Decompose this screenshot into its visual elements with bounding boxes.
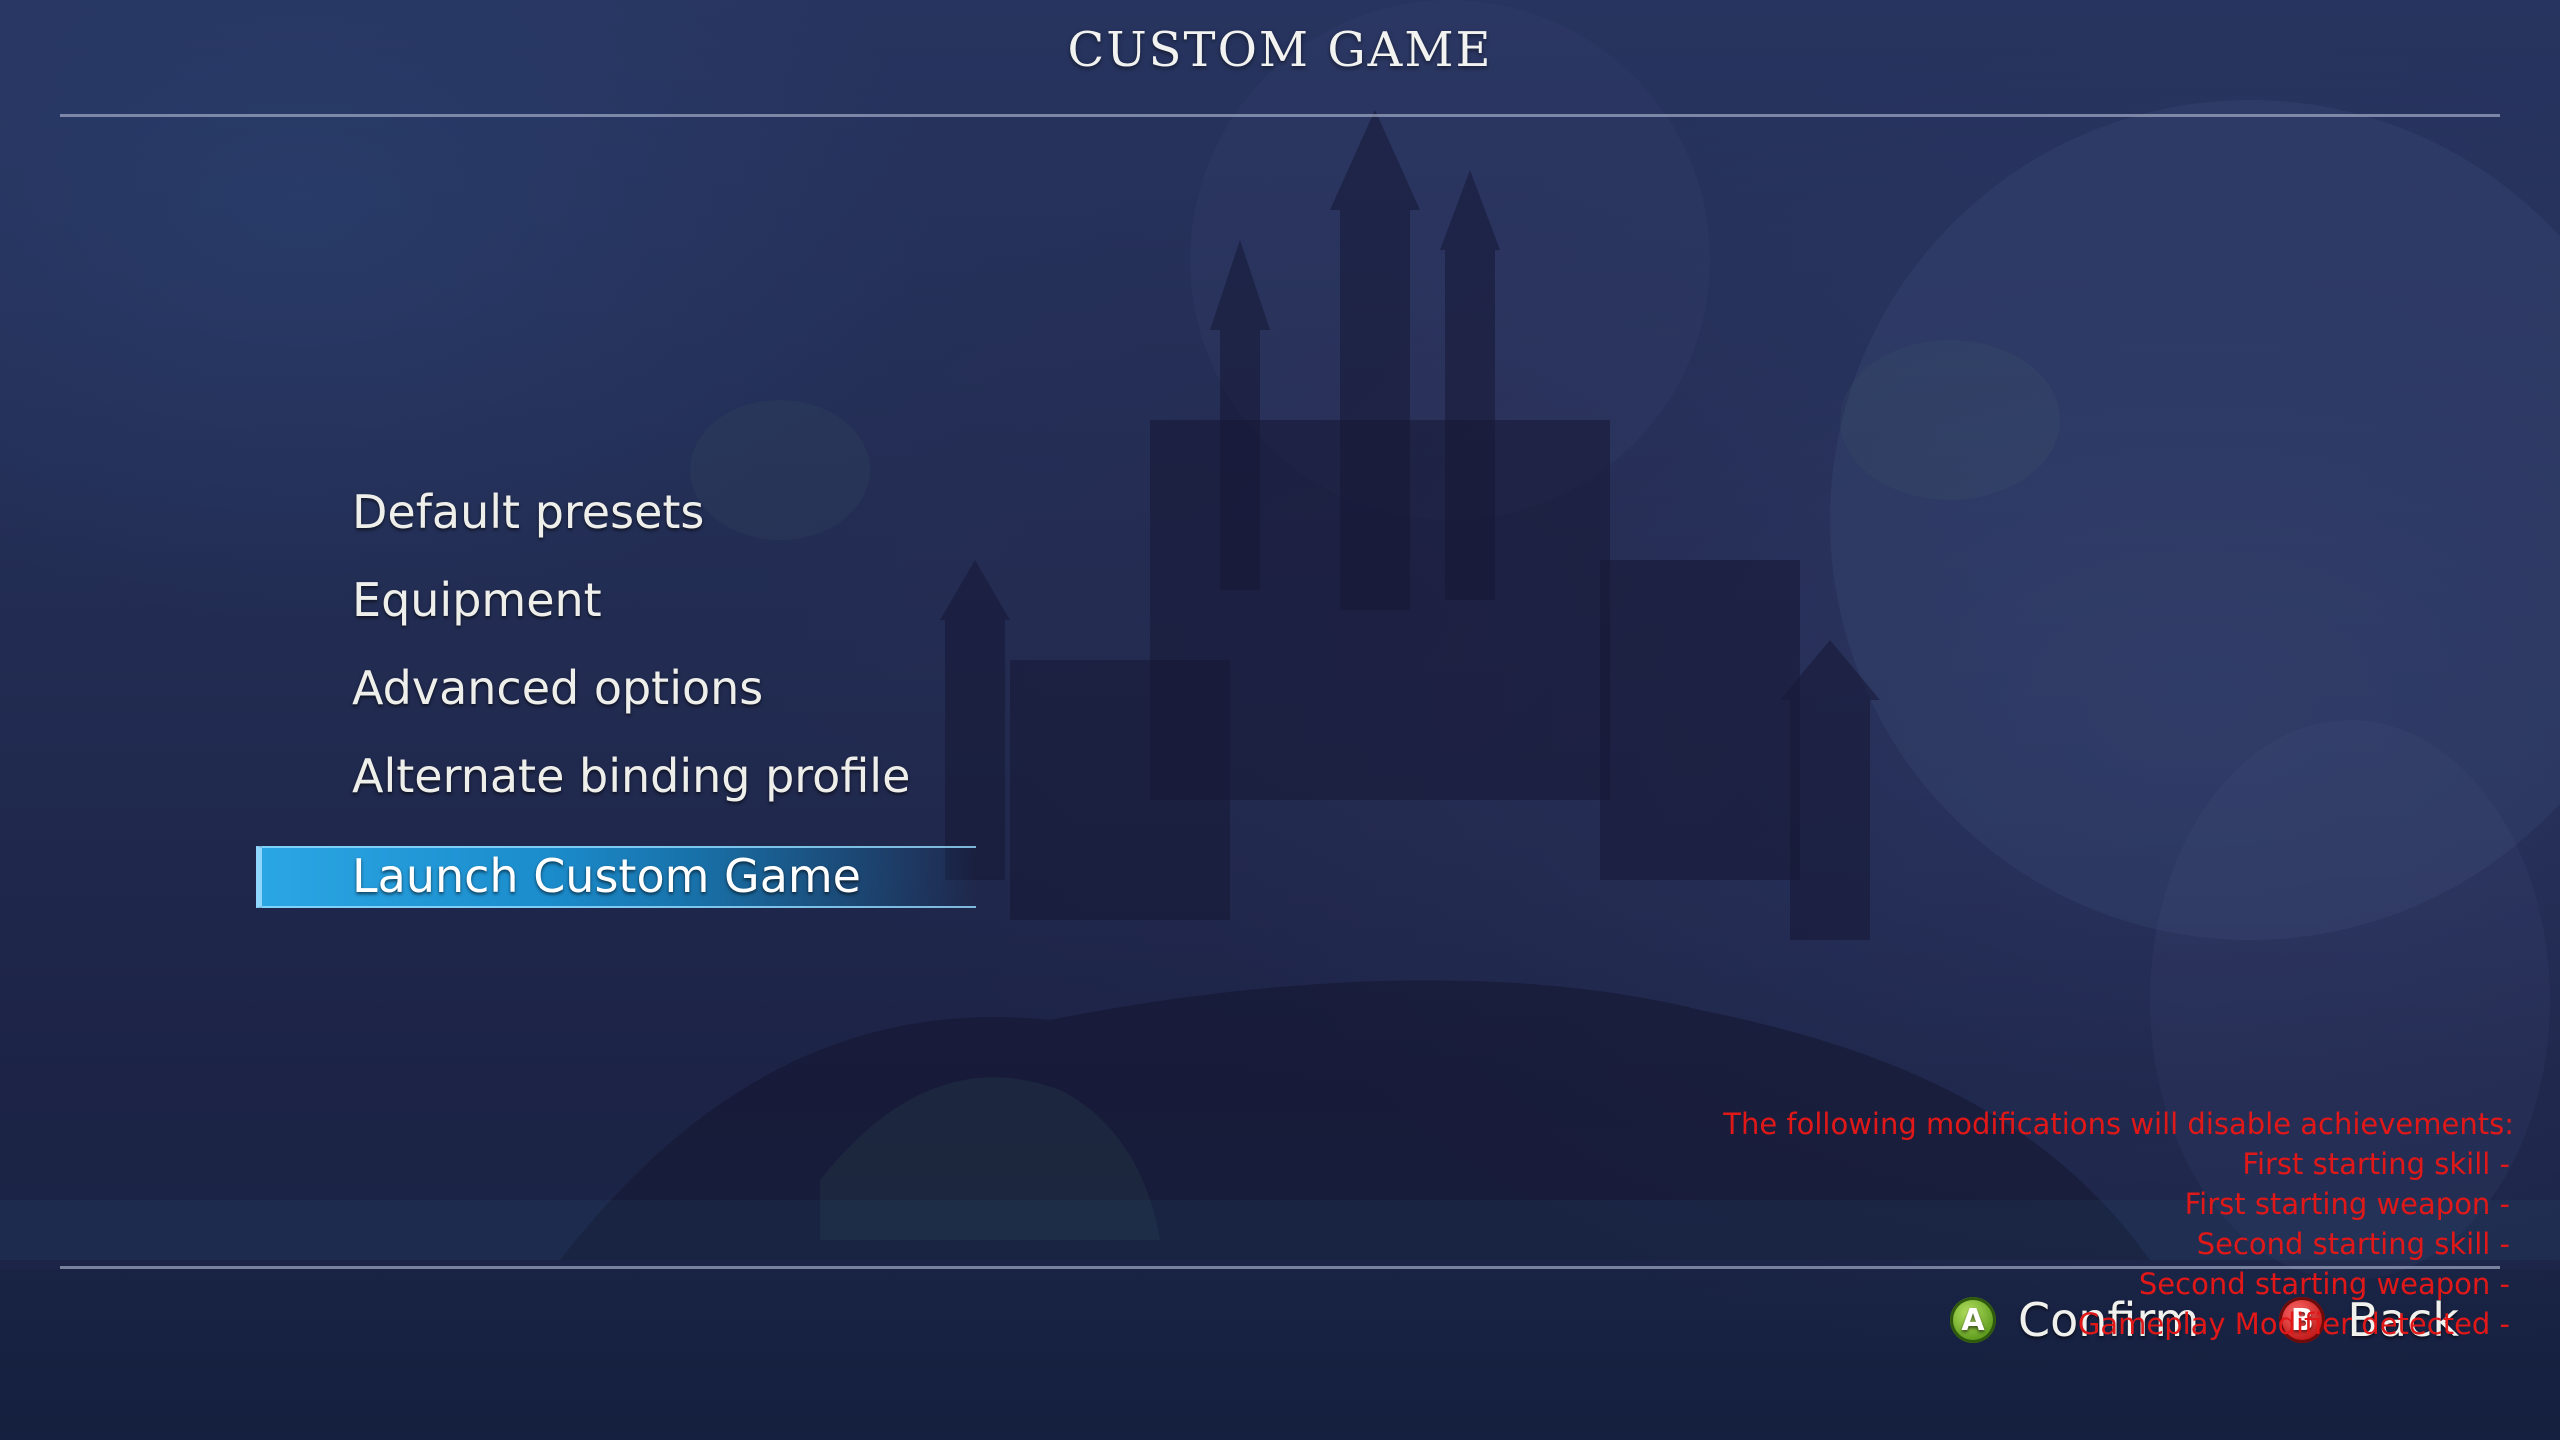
- menu-item-equipment[interactable]: Equipment: [256, 556, 976, 644]
- menu-item-advanced-options[interactable]: Advanced options: [256, 644, 976, 732]
- custom-game-menu: Default presets Equipment Advanced optio…: [256, 468, 976, 908]
- warning-heading: The following modifications will disable…: [1723, 1107, 2514, 1141]
- warning-line: Second starting skill -: [2196, 1227, 2510, 1261]
- warning-line: Second starting weapon -: [2138, 1267, 2510, 1301]
- page-title: CUSTOM GAME: [1067, 22, 1493, 78]
- custom-game-screen: CUSTOM GAME Default presets Equipment Ad…: [0, 0, 2560, 1440]
- warning-line: First starting weapon -: [2184, 1187, 2510, 1221]
- menu-item-launch-custom-game[interactable]: Launch Custom Game: [256, 846, 976, 908]
- achievement-warning: The following modifications will disable…: [1723, 1104, 2514, 1344]
- warning-line: Gameplay Modifier detected -: [2077, 1307, 2510, 1341]
- warning-line: First starting skill -: [2242, 1147, 2510, 1181]
- header-divider: [60, 114, 2500, 117]
- menu-item-alternate-binding-profile[interactable]: Alternate binding profile: [256, 732, 976, 820]
- menu-item-default-presets[interactable]: Default presets: [256, 468, 976, 556]
